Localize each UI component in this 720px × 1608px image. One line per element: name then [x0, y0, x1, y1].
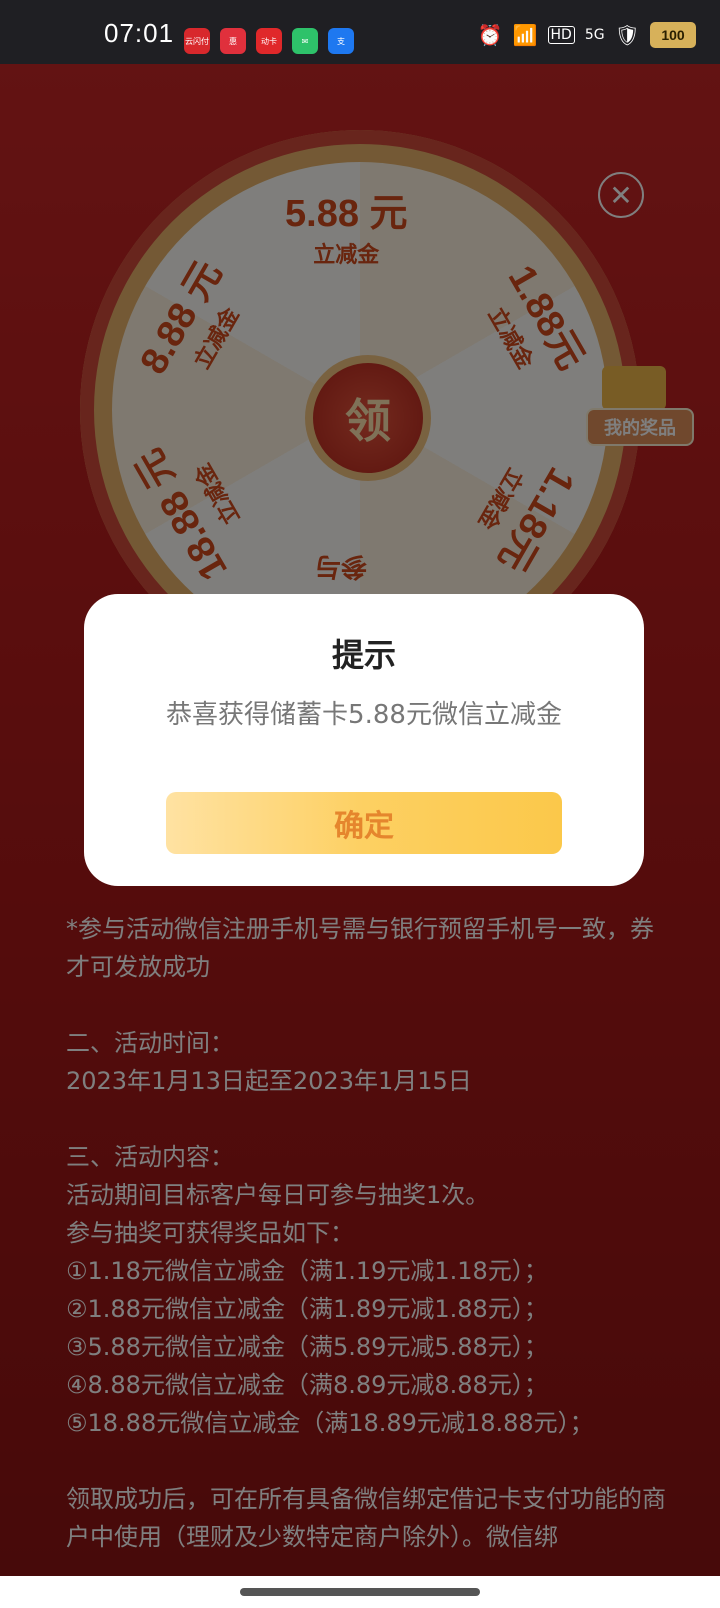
app-icon-2: 惠: [220, 28, 246, 54]
prize-dialog: 提示 恭喜获得储蓄卡5.88元微信立减金 确定: [84, 594, 644, 886]
signal-icon: 5G: [584, 27, 605, 43]
battery-icon: 100: [650, 22, 696, 48]
status-time: 07:01: [104, 18, 175, 48]
hd-icon: HD: [547, 26, 575, 44]
confirm-button[interactable]: 确定: [166, 792, 562, 854]
notification-icons: 云闪付 惠 动卡 ✉ 支: [184, 28, 354, 54]
dialog-message: 恭喜获得储蓄卡5.88元微信立减金: [166, 700, 562, 730]
app-icon-4: ✉: [292, 28, 318, 54]
app-icon-1: 云闪付: [184, 28, 210, 54]
gesture-bar: [0, 1576, 720, 1608]
shield-icon: 🛡: [614, 23, 640, 47]
home-indicator[interactable]: [240, 1588, 480, 1596]
dialog-title: 提示: [331, 636, 396, 674]
system-icons: ⏰ 📶 HD 5G 🛡 100: [478, 22, 696, 48]
app-icon-3: 动卡: [256, 28, 282, 54]
alarm-icon: ⏰: [477, 23, 503, 47]
app-icon-5: 支: [328, 28, 354, 54]
wifi-icon: 📶: [512, 23, 538, 47]
status-bar: 07:01 云闪付 惠 动卡 ✉ 支 ⏰ 📶 HD 5G 🛡 100: [0, 0, 720, 64]
